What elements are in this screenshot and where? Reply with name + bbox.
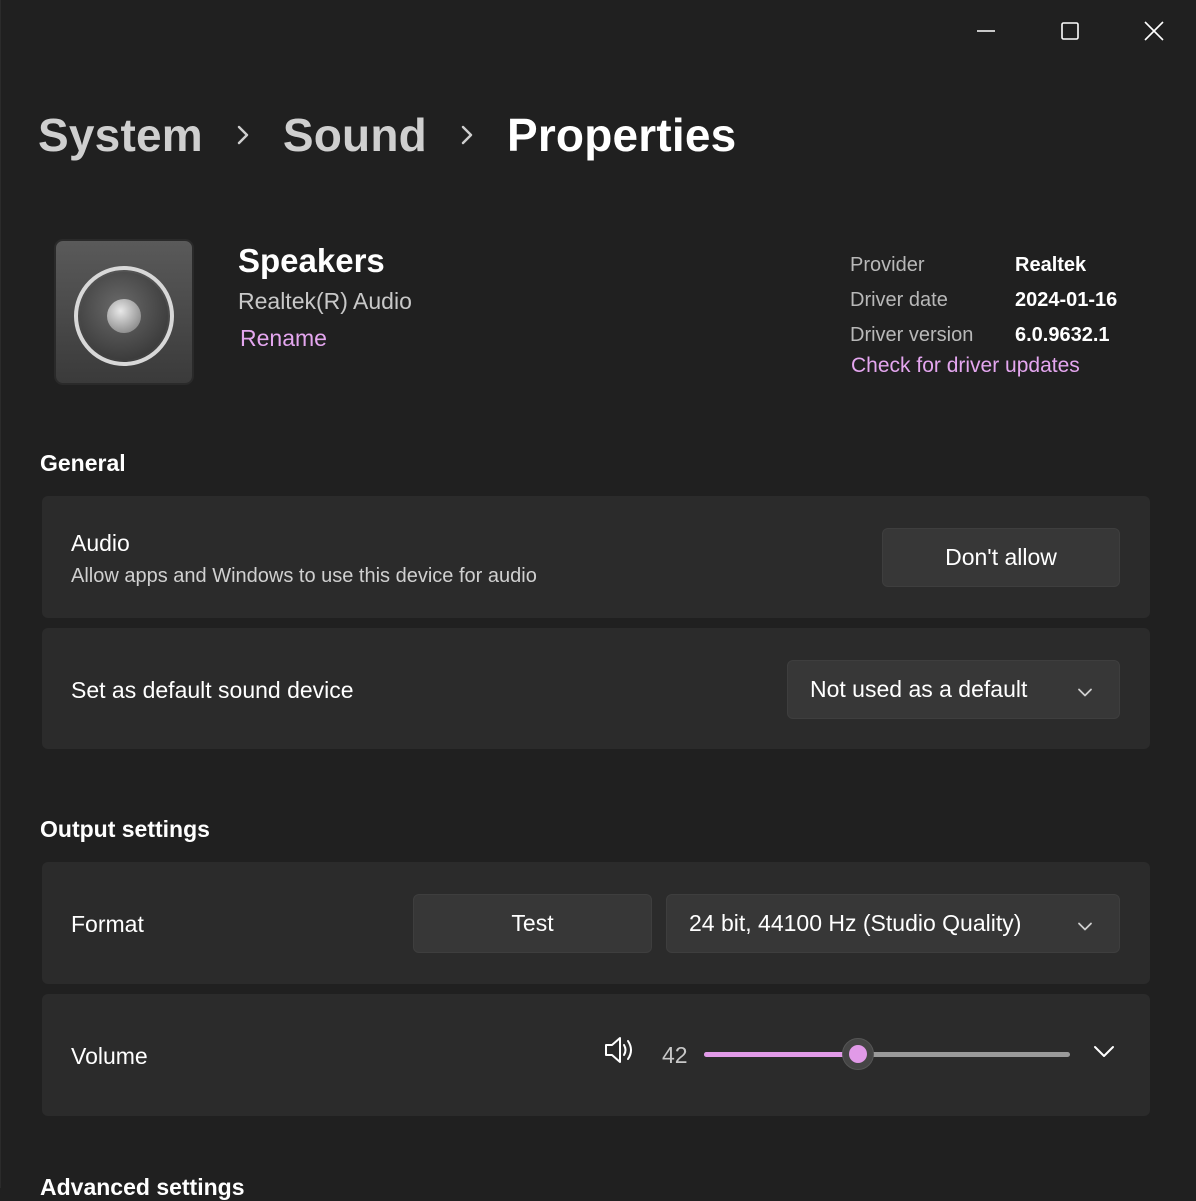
breadcrumb-system[interactable]: System (38, 108, 203, 162)
device-description: Realtek(R) Audio (238, 288, 412, 314)
audio-label: Audio (71, 530, 130, 556)
speaker-icon (53, 238, 195, 386)
output-settings-heading: Output settings (40, 816, 210, 842)
test-button[interactable]: Test (413, 894, 652, 953)
driver-version-row: Driver version 6.0.9632.1 (850, 318, 1117, 353)
default-device-label: Set as default sound device (71, 677, 354, 703)
device-name: Speakers (238, 242, 385, 279)
maximize-button[interactable] (1028, 0, 1112, 62)
driver-info: Provider Realtek Driver date 2024-01-16 … (850, 248, 1117, 353)
chevron-right-icon (427, 124, 507, 146)
caption-buttons (944, 0, 1196, 62)
check-driver-updates-link[interactable]: Check for driver updates (851, 354, 1080, 378)
minimize-button[interactable] (944, 0, 1028, 62)
maximize-icon (1061, 22, 1079, 40)
page-title: Properties (506, 109, 737, 161)
audio-card: Audio Allow apps and Windows to use this… (42, 496, 1150, 618)
volume-slider-thumb-dot (848, 1045, 867, 1063)
provider-value: Realtek (1015, 254, 1087, 276)
provider-label: Provider (850, 254, 925, 276)
driver-date-label: Driver date (850, 289, 948, 311)
format-selected: 24 bit, 44100 Hz (Studio Quality) (689, 910, 1022, 936)
default-device-dropdown[interactable]: Not used as a default (787, 660, 1120, 719)
close-button[interactable] (1112, 0, 1196, 62)
breadcrumb: System Sound Properties (38, 108, 736, 162)
chevron-down-icon (1077, 676, 1093, 703)
provider-row: Provider Realtek (850, 248, 1117, 283)
chevron-down-icon[interactable] (1092, 1039, 1116, 1068)
dont-allow-button[interactable]: Don't allow (882, 528, 1120, 587)
default-device-selected: Not used as a default (810, 676, 1028, 702)
default-device-card: Set as default sound device Not used as … (42, 628, 1150, 749)
volume-label: Volume (71, 1043, 148, 1069)
volume-slider-thumb[interactable] (841, 1038, 874, 1070)
format-label: Format (71, 911, 144, 937)
breadcrumb-sound[interactable]: Sound (283, 108, 427, 162)
driver-version-label: Driver version (850, 324, 974, 346)
general-heading: General (40, 450, 126, 476)
minimize-icon (977, 30, 995, 32)
format-dropdown[interactable]: 24 bit, 44100 Hz (Studio Quality) (666, 894, 1120, 953)
volume-slider[interactable] (704, 1038, 1070, 1070)
volume-card: Volume 42 (42, 994, 1150, 1116)
rename-link[interactable]: Rename (240, 325, 327, 352)
close-icon (1144, 21, 1164, 41)
volume-slider-fill (704, 1052, 858, 1057)
driver-date-row: Driver date 2024-01-16 (850, 283, 1117, 318)
volume-icon[interactable] (602, 1032, 638, 1073)
chevron-right-icon (203, 124, 283, 146)
driver-date-value: 2024-01-16 (1015, 289, 1118, 311)
format-card: Format Test 24 bit, 44100 Hz (Studio Qua… (42, 862, 1150, 984)
audio-description: Allow apps and Windows to use this devic… (71, 565, 537, 587)
volume-value: 42 (662, 1042, 688, 1068)
chevron-down-icon (1077, 910, 1093, 937)
settings-window: System Sound Properties Speakers Realtek… (0, 0, 1196, 1200)
driver-version-value: 6.0.9632.1 (1015, 324, 1110, 346)
